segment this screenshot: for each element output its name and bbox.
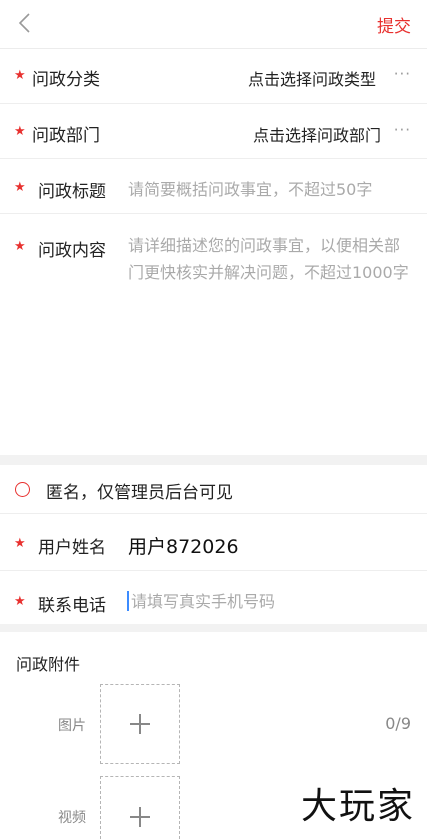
phone-input[interactable]: 请填写真实手机号码 <box>131 588 275 615</box>
section-gap <box>0 455 427 465</box>
text-cursor <box>127 591 129 611</box>
required-star-icon: ★ <box>14 594 26 609</box>
top-bar: 提交 <box>0 0 427 49</box>
department-selector[interactable]: 点击选择问政部门 <box>253 122 381 146</box>
required-star-icon: ★ <box>14 124 26 139</box>
required-star-icon: ★ <box>14 239 26 254</box>
more-icon[interactable]: ··· <box>394 121 411 139</box>
required-star-icon: ★ <box>14 180 26 195</box>
category-selector[interactable]: 点击选择问政类型 <box>248 66 376 90</box>
content-row: ★ 问政内容 请详细描述您的问政事宜，以便相关部门更快核实并解决问题，不超过10… <box>0 214 427 458</box>
title-input[interactable]: 请简要概括问政事宜，不超过50字 <box>128 176 418 203</box>
attachments-title: 问政附件 <box>16 655 81 674</box>
department-label: 问政部门 <box>32 126 100 146</box>
anonymous-radio[interactable] <box>15 482 30 497</box>
username-label: 用户姓名 <box>38 538 106 558</box>
section-gap <box>0 624 427 632</box>
content-textarea[interactable]: 请详细描述您的问政事宜，以便相关部门更快核实并解决问题，不超过1000字 <box>128 232 410 286</box>
plus-icon <box>130 714 150 734</box>
plus-icon <box>130 807 150 827</box>
submit-button[interactable]: 提交 <box>377 12 411 37</box>
content-label: 问政内容 <box>38 241 106 261</box>
anonymous-row[interactable]: 匿名，仅管理员后台可见 <box>0 465 427 513</box>
title-label: 问政标题 <box>38 182 106 202</box>
add-video-button[interactable] <box>100 776 180 839</box>
more-icon[interactable]: ··· <box>394 65 411 83</box>
phone-row: ★ 联系电话 请填写真实手机号码 <box>0 571 427 623</box>
required-star-icon: ★ <box>14 68 26 83</box>
category-label: 问政分类 <box>32 70 100 90</box>
category-row[interactable]: ★ 问政分类 点击选择问政类型 ··· <box>0 49 427 103</box>
image-count: 0/9 <box>385 714 411 733</box>
back-arrow-icon[interactable] <box>14 11 38 35</box>
title-row: ★ 问政标题 请简要概括问政事宜，不超过50字 <box>0 159 427 213</box>
department-row[interactable]: ★ 问政部门 点击选择问政部门 ··· <box>0 104 427 158</box>
anonymous-label: 匿名，仅管理员后台可见 <box>46 483 233 503</box>
video-label: 视频 <box>58 810 86 826</box>
add-image-button[interactable] <box>100 684 180 764</box>
watermark-logo: 大玩家 <box>300 786 415 827</box>
phone-label: 联系电话 <box>38 596 106 616</box>
username-row: ★ 用户姓名 用户872026 <box>0 514 427 570</box>
required-star-icon: ★ <box>14 536 26 551</box>
username-value[interactable]: 用户872026 <box>128 532 239 559</box>
image-label: 图片 <box>58 718 86 734</box>
